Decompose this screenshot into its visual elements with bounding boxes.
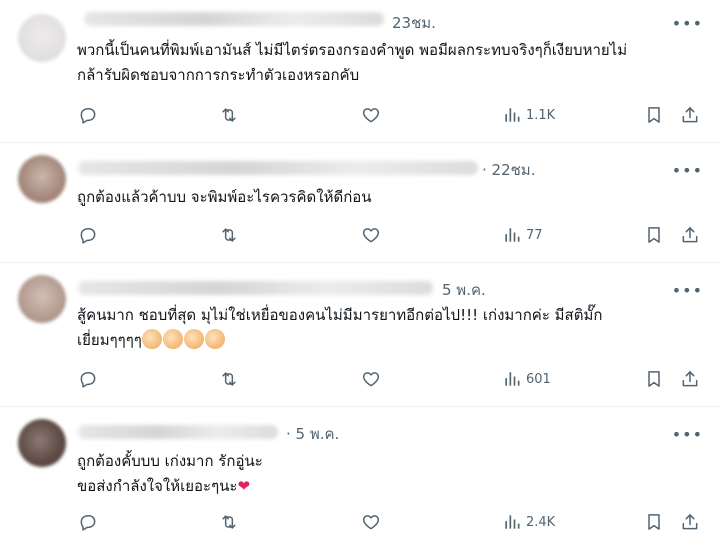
- repost-icon: [219, 225, 239, 245]
- heart-icon: [361, 105, 381, 125]
- bookmark-icon: [644, 105, 664, 125]
- avatar[interactable]: [18, 155, 66, 203]
- more-icon[interactable]: •••: [672, 283, 703, 299]
- heart-icon: [361, 225, 381, 245]
- bookmark-icon: [644, 225, 664, 245]
- post-text-line: พวกนี้เป็นคนที่พิมพ์เอามันส์ ไม่มีไตร่ตร…: [77, 41, 628, 59]
- views-icon: [502, 105, 522, 125]
- more-icon[interactable]: •••: [672, 163, 703, 179]
- post-text-line: ถูกต้องคั้บบบ เก่งมาก รักอู่นะ: [77, 452, 263, 470]
- action-bar: 77: [0, 223, 721, 247]
- like-button[interactable]: [361, 223, 381, 247]
- post-text: ถูกต้องคั้บบบ เก่งมาก รักอู่นะ ขอส่งกำลั…: [77, 449, 707, 499]
- post-4[interactable]: · 5 พ.ค. ••• ถูกต้องคั้บบบ เก่งมาก รักอู…: [0, 407, 721, 546]
- share-button[interactable]: [680, 103, 700, 127]
- reply-button[interactable]: [78, 367, 98, 391]
- post-text: ถูกต้องแล้วค้าบบ จะพิมพ์อะไรควรคิดให้ดีก…: [77, 185, 707, 210]
- post-text-line: กล้ารับผิดชอบจากการกระทำตัวเองหรอกคับ: [77, 66, 360, 84]
- share-icon: [680, 369, 700, 389]
- reply-icon: [78, 512, 98, 532]
- share-icon: [680, 225, 700, 245]
- action-bar: 601: [0, 367, 721, 391]
- clapping-hands-emoji-icon: [204, 329, 225, 349]
- post-text-line: ขอส่งกำลังใจให้เยอะๆนะ: [77, 477, 238, 495]
- bookmark-button[interactable]: [644, 223, 664, 247]
- post-1[interactable]: 23ชม. ••• พวกนี้เป็นคนที่พิมพ์เอามันส์ ไ…: [0, 0, 721, 142]
- like-button[interactable]: [361, 510, 381, 534]
- views-button[interactable]: 2.4K: [502, 510, 555, 534]
- heart-emoji-icon: ❤: [237, 477, 251, 495]
- post-text-line: ถูกต้องแล้วค้าบบ จะพิมพ์อะไรควรคิดให้ดีก…: [77, 188, 372, 206]
- post-text-line-with-emoji: ขอส่งกำลังใจให้เยอะๆนะ❤: [77, 474, 707, 499]
- action-bar: 2.4K: [0, 510, 721, 534]
- view-count: 77: [526, 227, 543, 243]
- reply-button[interactable]: [78, 223, 98, 247]
- like-button[interactable]: [361, 103, 381, 127]
- reply-button[interactable]: [78, 510, 98, 534]
- views-button[interactable]: 1.1K: [502, 103, 555, 127]
- view-count: 601: [526, 371, 551, 387]
- clapping-hands-emoji-icon: [141, 329, 162, 349]
- more-icon[interactable]: •••: [672, 16, 703, 32]
- post-3[interactable]: 5 พ.ค. ••• สู้คนมาก ชอบที่สุด มุไม่ใช่เห…: [0, 263, 721, 405]
- action-bar: 1.1K: [0, 103, 721, 127]
- views-icon: [502, 225, 522, 245]
- repost-icon: [219, 105, 239, 125]
- avatar[interactable]: [18, 419, 66, 467]
- share-icon: [680, 105, 700, 125]
- avatar[interactable]: [18, 275, 66, 323]
- post-time[interactable]: · 22ชม.: [482, 158, 535, 182]
- repost-button[interactable]: [219, 367, 239, 391]
- avatar[interactable]: [18, 14, 66, 62]
- repost-button[interactable]: [219, 103, 239, 127]
- bookmark-button[interactable]: [644, 103, 664, 127]
- clapping-hands-emoji-icon: [183, 329, 204, 349]
- views-button[interactable]: 77: [502, 223, 543, 247]
- share-icon: [680, 512, 700, 532]
- author-name-redacted[interactable]: [78, 425, 278, 439]
- post-text: พวกนี้เป็นคนที่พิมพ์เอามันส์ ไม่มีไตร่ตร…: [77, 38, 707, 88]
- views-button[interactable]: 601: [502, 367, 551, 391]
- heart-icon: [361, 512, 381, 532]
- heart-icon: [361, 369, 381, 389]
- repost-icon: [219, 512, 239, 532]
- share-button[interactable]: [680, 510, 700, 534]
- reply-icon: [78, 105, 98, 125]
- share-button[interactable]: [680, 367, 700, 391]
- reply-button[interactable]: [78, 103, 98, 127]
- bookmark-button[interactable]: [644, 367, 664, 391]
- repost-icon: [219, 369, 239, 389]
- view-count: 2.4K: [526, 514, 556, 530]
- views-icon: [502, 512, 522, 532]
- reply-icon: [78, 369, 98, 389]
- post-time[interactable]: · 5 พ.ค.: [286, 422, 339, 446]
- bookmark-icon: [644, 369, 664, 389]
- clapping-hands-emoji-icon: [162, 329, 183, 349]
- bookmark-icon: [644, 512, 664, 532]
- post-time[interactable]: 23ชม.: [392, 11, 436, 35]
- author-name-redacted[interactable]: [78, 161, 478, 175]
- post-text-line: สู้คนมาก ชอบที่สุด มุไม่ใช่เหยื่อของคนไม…: [77, 306, 603, 324]
- author-name-redacted[interactable]: [84, 12, 384, 26]
- view-count: 1.1K: [526, 107, 556, 123]
- author-name-redacted[interactable]: [78, 281, 433, 295]
- share-button[interactable]: [680, 223, 700, 247]
- like-button[interactable]: [361, 367, 381, 391]
- post-2[interactable]: · 22ชม. ••• ถูกต้องแล้วค้าบบ จะพิมพ์อะไร…: [0, 143, 721, 261]
- repost-button[interactable]: [219, 223, 239, 247]
- reply-icon: [78, 225, 98, 245]
- post-text-line-with-emoji: เยี่ยมๆๆๆๆ: [77, 328, 707, 353]
- more-icon[interactable]: •••: [672, 427, 703, 443]
- bookmark-button[interactable]: [644, 510, 664, 534]
- repost-button[interactable]: [219, 510, 239, 534]
- post-text: สู้คนมาก ชอบที่สุด มุไม่ใช่เหยื่อของคนไม…: [77, 303, 707, 353]
- views-icon: [502, 369, 522, 389]
- post-time[interactable]: 5 พ.ค.: [442, 278, 486, 302]
- post-text-line: เยี่ยมๆๆๆๆ: [77, 331, 142, 349]
